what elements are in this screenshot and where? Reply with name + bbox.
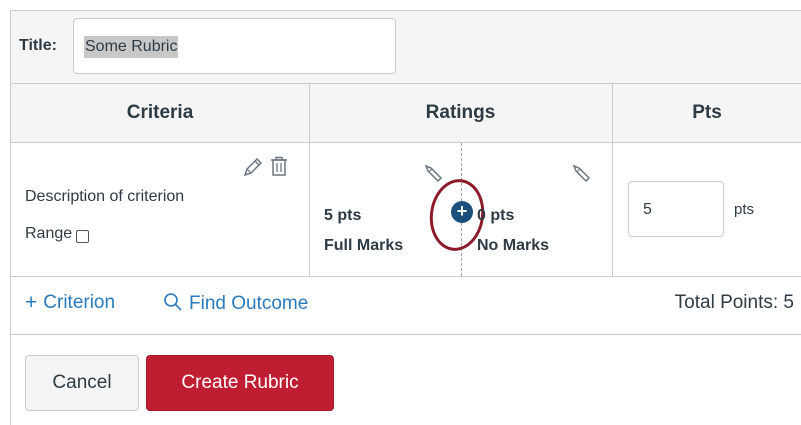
criterion-row: Description of criterion Range 5 pts Ful… — [11, 143, 801, 277]
rubric-editor: Title: Some Rubric Criteria Ratings Pts … — [10, 10, 801, 425]
find-outcome-button[interactable]: Find Outcome — [163, 292, 308, 316]
range-label: Range — [25, 225, 73, 242]
total-points: Total Points: 5 — [674, 292, 794, 313]
range-control: Range — [25, 225, 90, 243]
range-checkbox[interactable] — [76, 229, 90, 243]
title-input[interactable]: Some Rubric — [73, 18, 396, 74]
rating-label: No Marks — [477, 237, 550, 254]
edit-criterion-pencil-icon[interactable] — [242, 156, 264, 182]
points-input-value: 5 — [643, 201, 652, 218]
header-pts: Pts — [692, 102, 722, 123]
title-label: Title: — [19, 37, 57, 54]
rating-points: 0 pts — [477, 207, 515, 224]
points-unit: pts — [734, 201, 755, 218]
header-criteria: Criteria — [126, 102, 194, 123]
column-divider — [612, 143, 613, 276]
find-outcome-label: Find Outcome — [189, 293, 309, 314]
column-divider — [309, 143, 310, 276]
title-row: Title: Some Rubric — [11, 11, 801, 84]
plus-icon: + — [25, 291, 38, 314]
search-icon — [163, 292, 183, 316]
delete-criterion-trash-icon[interactable] — [269, 155, 289, 181]
criterion-description: Description of criterion — [25, 188, 185, 205]
add-criterion-label: Criterion — [43, 292, 116, 313]
create-rubric-button[interactable]: Create Rubric — [146, 355, 334, 411]
add-criterion-button[interactable]: + Criterion — [25, 292, 115, 314]
rating-label: Full Marks — [324, 237, 404, 254]
points-input[interactable]: 5 — [628, 181, 724, 237]
title-input-value: Some Rubric — [84, 36, 179, 58]
rating-points: 5 pts — [324, 207, 362, 224]
table-footer: + Criterion Find Outcome Total Points: 5 — [11, 277, 801, 335]
table-header: Criteria Ratings Pts — [11, 84, 801, 143]
header-ratings: Ratings — [425, 102, 496, 123]
edit-rating-pencil-icon[interactable] — [571, 163, 593, 189]
cancel-button[interactable]: Cancel — [25, 355, 139, 411]
